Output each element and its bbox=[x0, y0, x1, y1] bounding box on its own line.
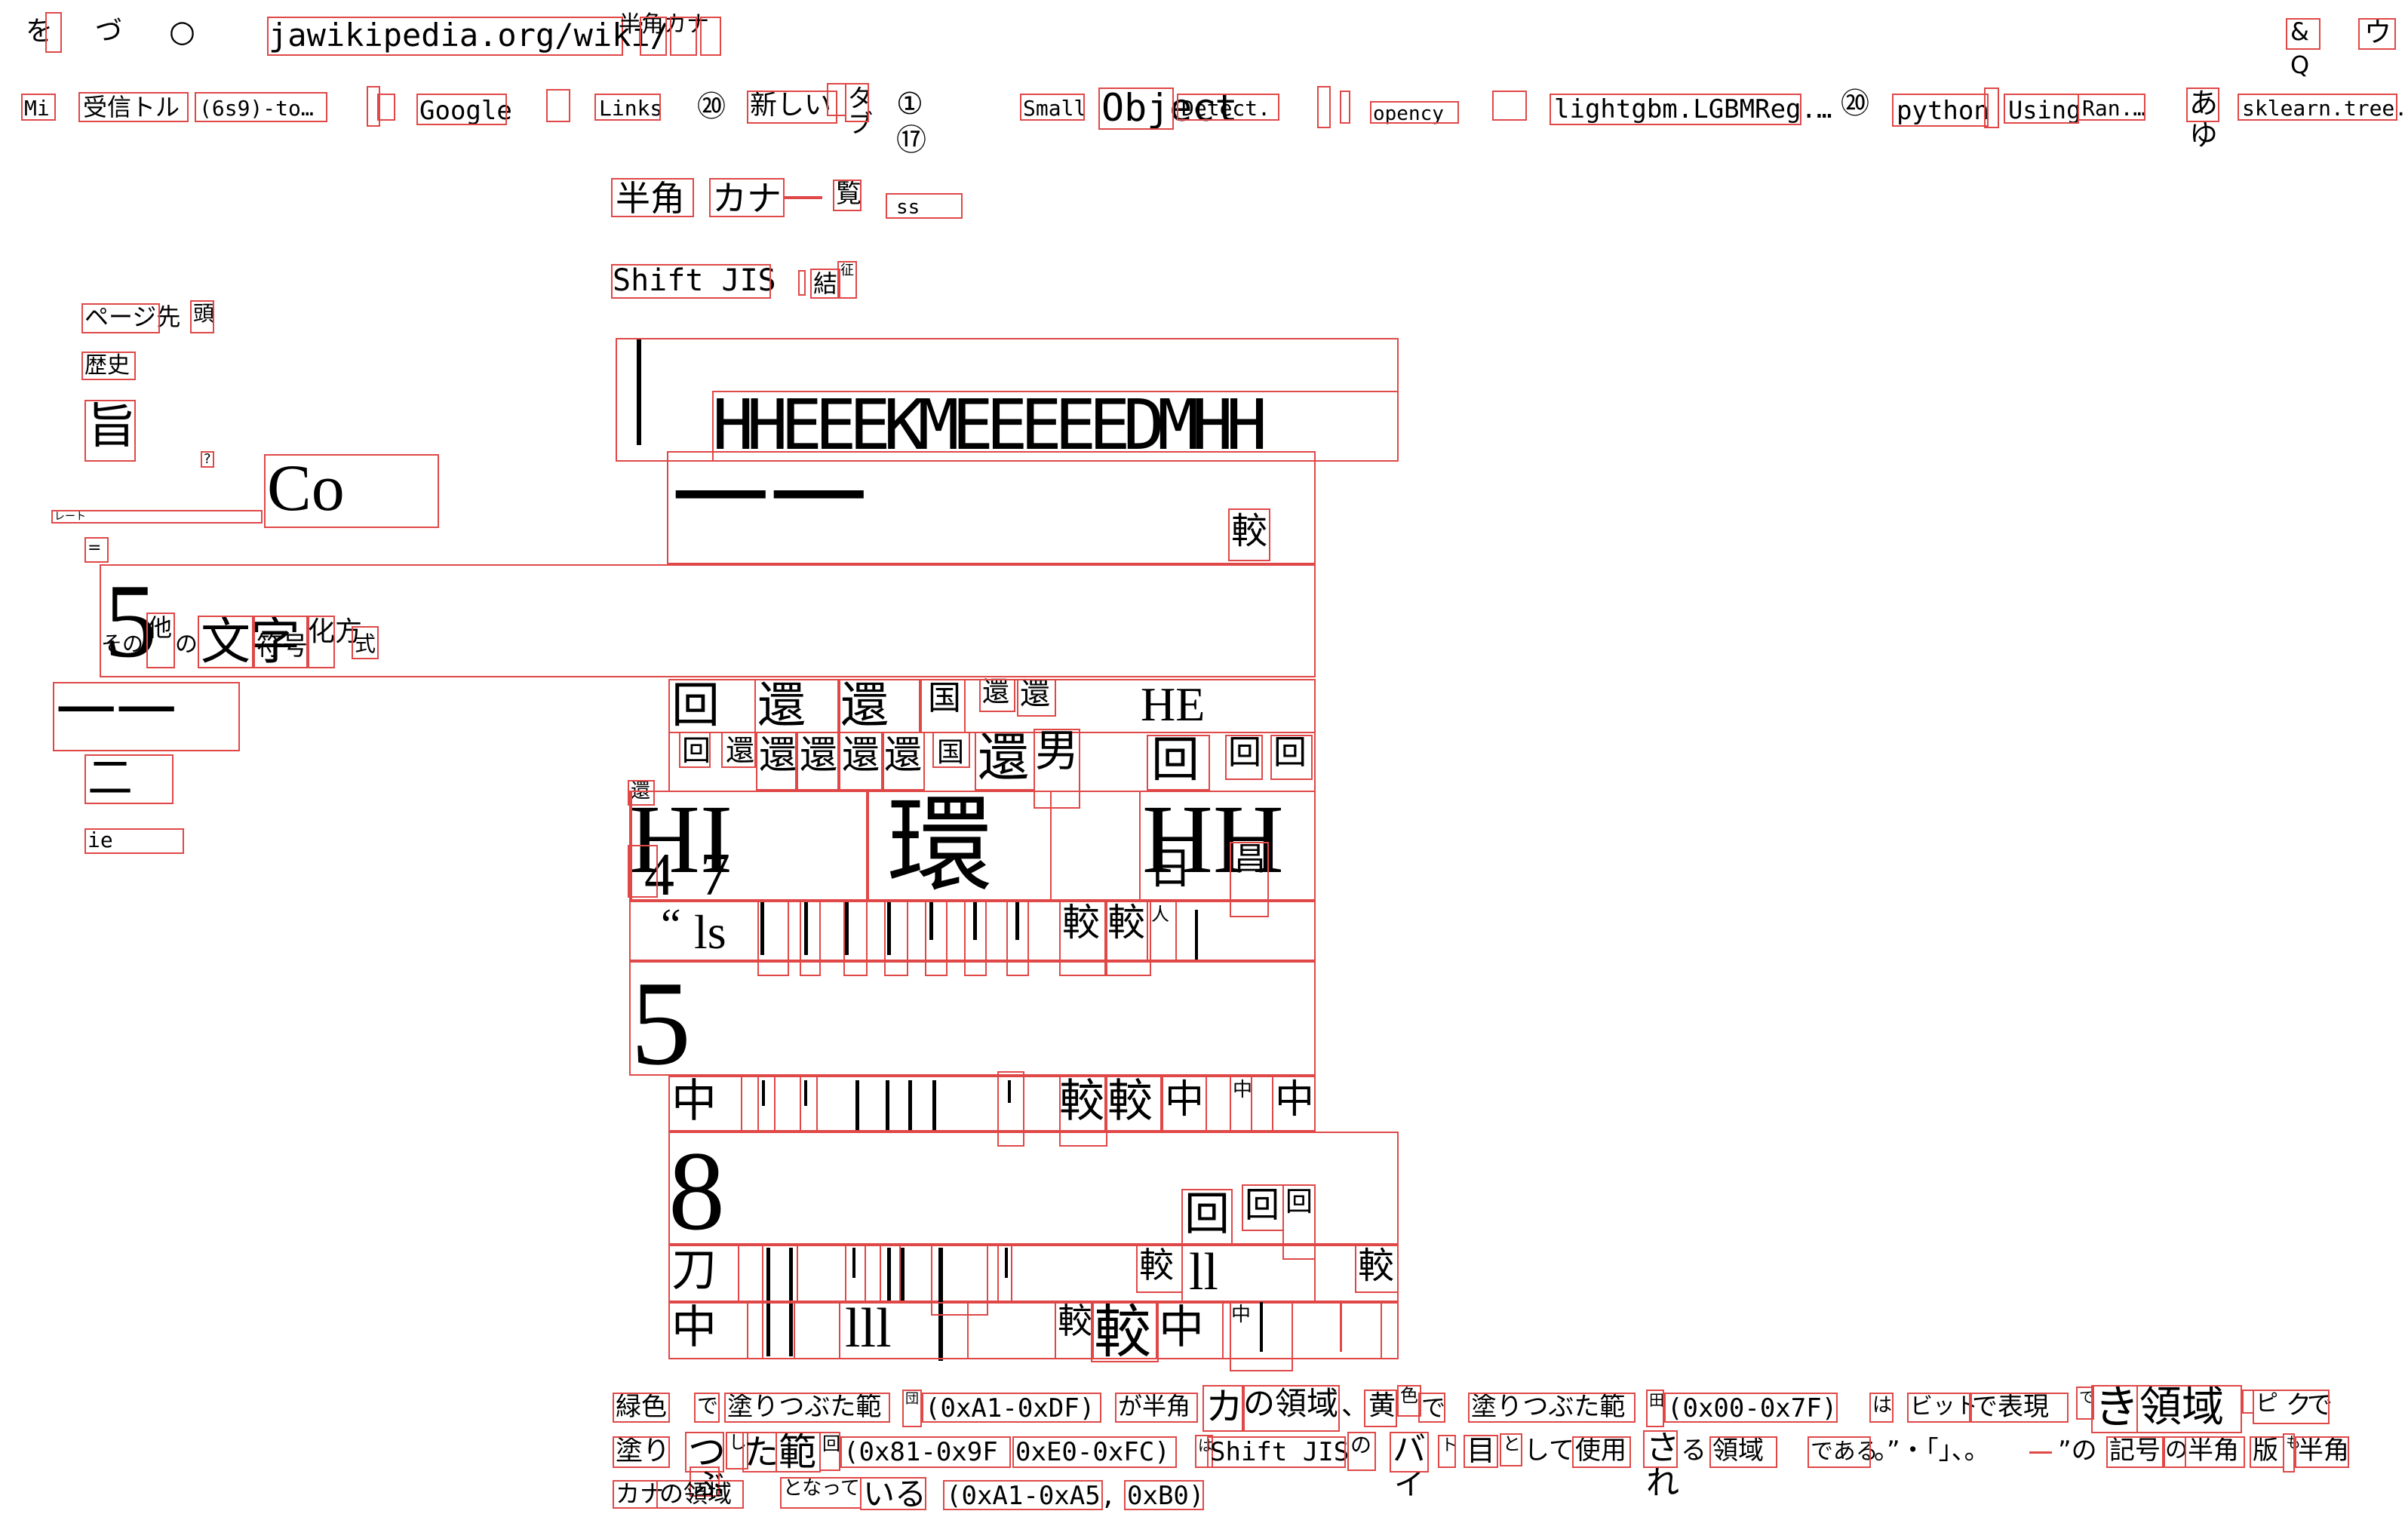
table-cell: HE bbox=[1141, 677, 1206, 731]
address-text: jawikipedia.org/wiki/ bbox=[269, 17, 670, 54]
bookmark-icon[interactable]: ① bbox=[896, 89, 923, 119]
forward-icon[interactable]: づ bbox=[95, 18, 122, 45]
bookmark-icon[interactable]: ⑰ bbox=[896, 125, 926, 155]
bookmark-icon[interactable]: ⑳ bbox=[697, 92, 726, 121]
reload-icon[interactable]: ○ bbox=[169, 17, 195, 47]
bookmark-icon[interactable]: ⑳ bbox=[1841, 89, 1869, 118]
